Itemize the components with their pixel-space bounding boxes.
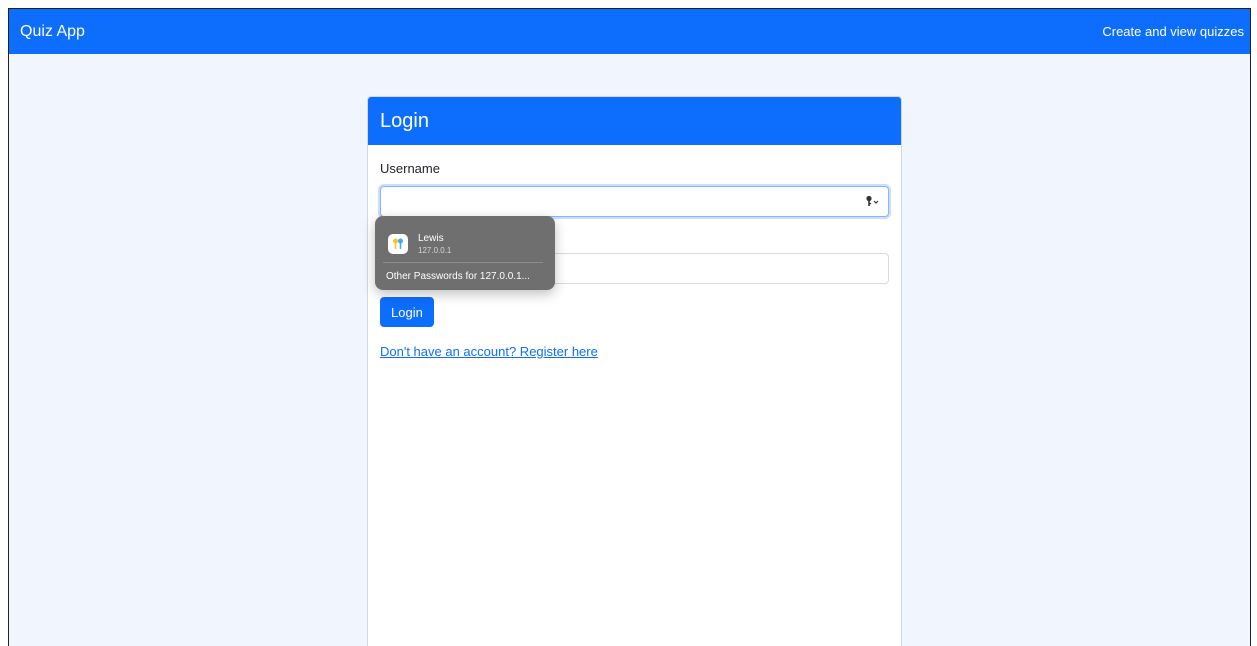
browser-viewport: Quiz App Create and view quizzes Login U…	[8, 8, 1251, 646]
username-label: Username	[380, 161, 440, 176]
key-icon[interactable]	[865, 195, 879, 208]
passwords-key-glyph	[393, 238, 403, 249]
autofill-host: 127.0.0.1	[418, 245, 452, 255]
navbar: Quiz App Create and view quizzes	[9, 9, 1250, 54]
autofill-text: Lewis 127.0.0.1	[418, 233, 451, 256]
login-button[interactable]: Login	[380, 297, 434, 327]
nav-link-quizzes[interactable]: Create and view quizzes	[1102, 24, 1244, 39]
other-passwords-item[interactable]: Other Passwords for 127.0.0.1...	[375, 263, 555, 282]
page-title: Login	[380, 109, 429, 132]
username-input[interactable]	[380, 186, 889, 217]
autofill-username: Lewis	[418, 232, 444, 244]
navbar-brand[interactable]: Quiz App	[20, 23, 85, 41]
card-header: Login	[368, 97, 901, 145]
username-input-wrapper	[380, 186, 889, 217]
login-card: Login Username Login Don't have an accou…	[367, 96, 902, 646]
register-link[interactable]: Don't have an account? Register here	[380, 344, 598, 359]
password-autofill-popup: Lewis 127.0.0.1 Other Passwords for 127.…	[375, 216, 555, 290]
passwords-app-icon	[388, 234, 408, 254]
autofill-suggestion[interactable]: Lewis 127.0.0.1	[375, 216, 555, 260]
